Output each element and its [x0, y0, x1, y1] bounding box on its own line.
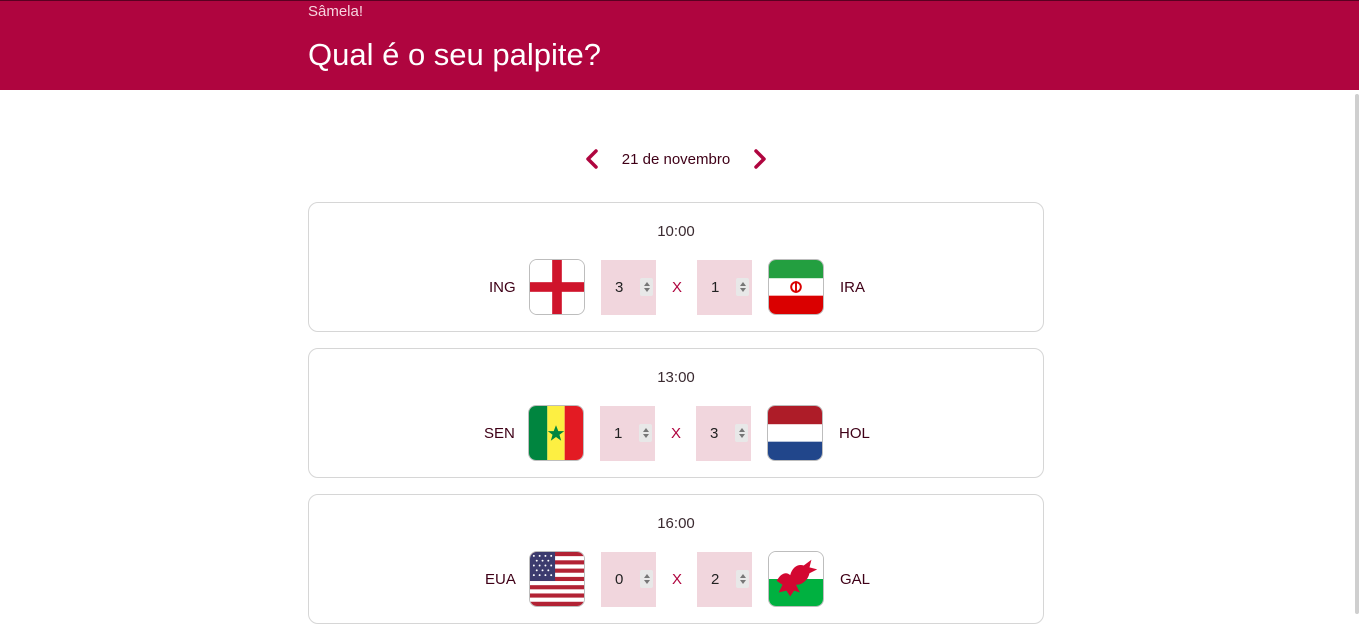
stepper-icon[interactable] [640, 570, 653, 588]
away-score-value: 1 [711, 279, 720, 296]
away-team-code: HOL [839, 425, 870, 442]
scrollbar[interactable] [1355, 94, 1359, 614]
versus-separator: X [672, 279, 683, 296]
away-score-value: 3 [710, 425, 719, 442]
home-score-value: 3 [615, 279, 624, 296]
chevron-right-icon[interactable] [748, 147, 772, 171]
home-score-input[interactable]: 0 [601, 552, 656, 607]
away-score-input[interactable]: 3 [696, 406, 751, 461]
wales-flag-icon [768, 551, 824, 607]
date-navigator: 21 de novembro [0, 145, 1352, 173]
user-greeting: Sâmela! [308, 3, 364, 20]
away-team-code: GAL [840, 571, 871, 588]
current-date: 21 de novembro [621, 150, 731, 168]
england-flag-icon [529, 259, 585, 315]
match-time: 16:00 [657, 515, 695, 532]
home-team-code: ING [489, 279, 516, 296]
netherlands-flag-icon [767, 405, 823, 461]
home-team-code: SEN [484, 425, 515, 442]
home-score-input[interactable]: 1 [600, 406, 655, 461]
versus-separator: X [671, 425, 682, 442]
stepper-icon[interactable] [736, 570, 749, 588]
away-team-code: IRA [840, 279, 866, 296]
stepper-icon[interactable] [639, 424, 652, 442]
stepper-icon[interactable] [735, 424, 748, 442]
away-score-input[interactable]: 2 [697, 552, 752, 607]
page-title: Qual é o seu palpite? [308, 37, 601, 72]
away-score-input[interactable]: 1 [697, 260, 752, 315]
away-score-value: 2 [711, 571, 720, 588]
header: Sâmela! Qual é o seu palpite? [0, 0, 1359, 90]
home-score-value: 0 [615, 571, 624, 588]
iran-flag-icon [768, 259, 824, 315]
match-time: 13:00 [657, 369, 695, 386]
stepper-icon[interactable] [640, 278, 653, 296]
home-team-code: EUA [485, 571, 516, 588]
match-card: 10:00 ING 3 X 1 IRA [308, 202, 1044, 332]
senegal-flag-icon [528, 405, 584, 461]
match-time: 10:00 [657, 223, 695, 240]
usa-flag-icon [529, 551, 585, 607]
match-card: 13:00 SEN 1 X 3 HOL [308, 348, 1044, 478]
versus-separator: X [672, 571, 683, 588]
match-card: 16:00 EUA 0 X 2 GAL [308, 494, 1044, 624]
chevron-left-icon[interactable] [580, 147, 604, 171]
home-score-value: 1 [614, 425, 623, 442]
home-score-input[interactable]: 3 [601, 260, 656, 315]
stepper-icon[interactable] [736, 278, 749, 296]
